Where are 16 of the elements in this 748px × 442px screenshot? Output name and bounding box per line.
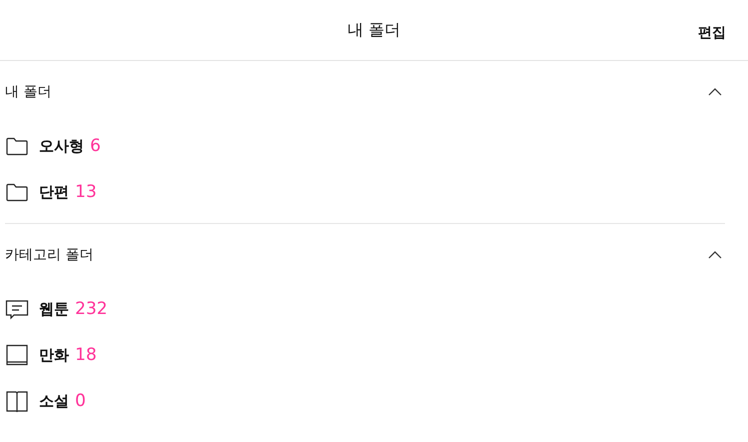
book-icon [5,343,29,367]
folder-name[interactable]: 웹툰 [39,300,69,318]
folder-name[interactable]: 단편 [39,182,69,202]
section-title: 카테고리 폴더 [5,246,94,264]
section-title: 내 폴더 [5,83,52,101]
item-count: 0 [75,391,86,411]
item-count: 6 [90,136,101,156]
item-count: 18 [75,345,97,365]
folder-name[interactable]: 만화 [39,346,69,364]
page-title: 내 폴더 [347,20,401,40]
folder-name[interactable]: 소설 [39,392,69,410]
item-count: 13 [75,182,97,202]
open-book-icon [5,389,29,413]
edit-button[interactable]: 편집 [698,24,726,42]
folder-name[interactable]: 오사형 [39,136,84,156]
item-count: 232 [75,299,108,319]
